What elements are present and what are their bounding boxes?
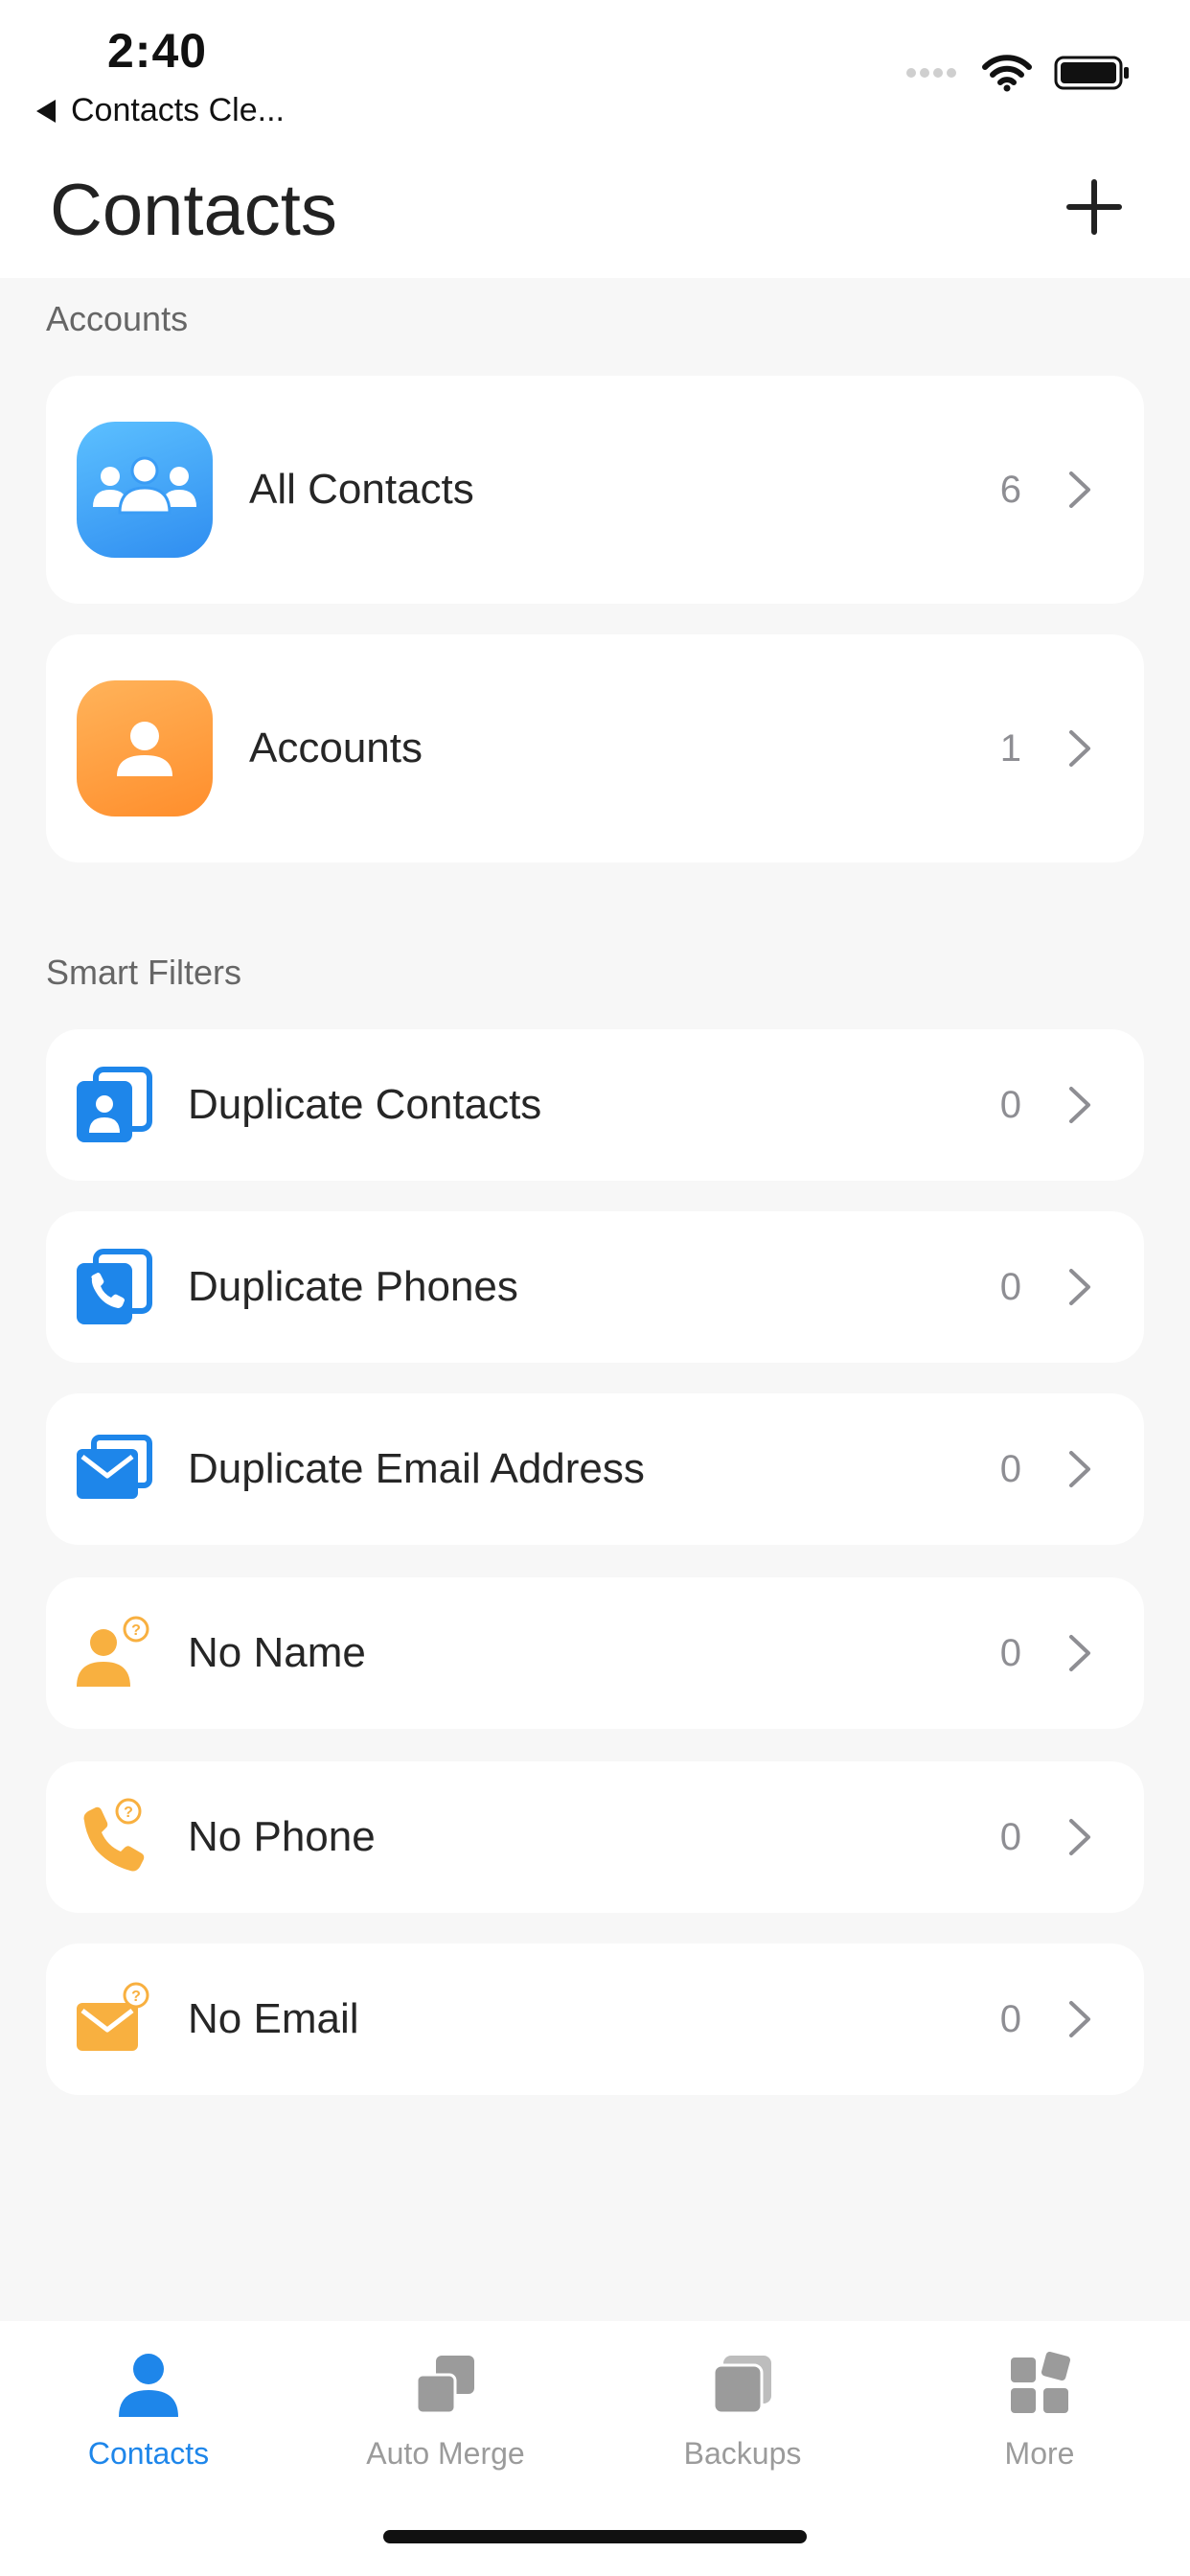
no-phone-row[interactable]: ? No Phone 0 [46, 1761, 1144, 1913]
status-time: 2:40 [107, 24, 208, 78]
accounts-section-label: Accounts [46, 299, 189, 338]
tab-more[interactable]: More [891, 2321, 1188, 2513]
home-indicator [383, 2530, 807, 2543]
person-filled-icon [110, 2346, 187, 2423]
row-count: 0 [999, 1447, 1021, 1490]
chevron-right-icon [1069, 1269, 1090, 1305]
add-contact-button[interactable] [1065, 178, 1123, 236]
row-count: 0 [999, 1631, 1021, 1674]
chevron-right-icon [1069, 1635, 1090, 1671]
svg-text:?: ? [131, 1989, 141, 2005]
wifi-icon [982, 55, 1032, 92]
row-count: 0 [999, 1265, 1021, 1308]
duplicate-email-row[interactable]: Duplicate Email Address 0 [46, 1393, 1144, 1545]
signal-icon [906, 68, 960, 78]
row-label: Duplicate Email Address [188, 1445, 645, 1492]
tab-label: Contacts [87, 2436, 210, 2471]
tab-label: Auto Merge [366, 2436, 525, 2471]
row-count: 6 [999, 468, 1021, 511]
back-app-label: Contacts Cle... [71, 92, 285, 128]
all-contacts-row[interactable]: All Contacts 6 [46, 376, 1144, 604]
chevron-right-icon [1069, 1819, 1090, 1855]
chevron-right-icon [1069, 1451, 1090, 1487]
row-label: All Contacts [249, 466, 474, 513]
person-icon [77, 680, 213, 816]
row-count: 1 [999, 726, 1021, 770]
row-count: 0 [999, 1997, 1021, 2040]
chevron-right-icon [1069, 2001, 1090, 2037]
grid-more-icon [1001, 2346, 1078, 2423]
duplicate-email-icon [75, 1430, 153, 1508]
row-label: Duplicate Contacts [188, 1081, 542, 1128]
no-email-icon: ? [75, 1980, 153, 2058]
no-email-row[interactable]: ? No Email 0 [46, 1944, 1144, 2095]
tab-backups[interactable]: Backups [594, 2321, 891, 2513]
row-label: Accounts [249, 724, 423, 771]
duplicate-phones-icon [75, 1248, 153, 1326]
row-label: No Name [188, 1629, 366, 1676]
svg-text:?: ? [131, 1622, 141, 1639]
smart-filters-section-label: Smart Filters [46, 953, 242, 992]
duplicate-contacts-icon [75, 1066, 153, 1144]
tab-label: Backups [683, 2436, 802, 2471]
chevron-right-icon [1069, 1087, 1090, 1123]
svg-text:?: ? [124, 1805, 133, 1821]
no-name-icon: ? [75, 1614, 153, 1692]
tab-label: More [1004, 2436, 1075, 2471]
tab-auto-merge[interactable]: Auto Merge [297, 2321, 594, 2513]
accounts-row[interactable]: Accounts 1 [46, 634, 1144, 862]
back-triangle-icon [36, 99, 56, 123]
merge-squares-icon [407, 2346, 484, 2423]
row-label: No Email [188, 1995, 359, 2042]
page-title: Contacts [50, 170, 337, 251]
row-label: No Phone [188, 1813, 376, 1860]
chevron-right-icon [1069, 472, 1090, 508]
battery-icon [1054, 56, 1129, 90]
no-phone-icon: ? [75, 1798, 153, 1876]
row-count: 0 [999, 1083, 1021, 1126]
backup-stack-icon [704, 2346, 781, 2423]
back-to-app-button[interactable]: Contacts Cle... [36, 92, 285, 129]
no-name-row[interactable]: ? No Name 0 [46, 1577, 1144, 1729]
duplicate-contacts-row[interactable]: Duplicate Contacts 0 [46, 1029, 1144, 1181]
group-icon [77, 422, 213, 558]
chevron-right-icon [1069, 730, 1090, 767]
tab-contacts[interactable]: Contacts [0, 2321, 297, 2513]
row-count: 0 [999, 1815, 1021, 1858]
row-label: Duplicate Phones [188, 1263, 518, 1310]
duplicate-phones-row[interactable]: Duplicate Phones 0 [46, 1211, 1144, 1363]
status-indicators [906, 54, 1131, 92]
top-header: 2:40 Contacts Cle... Contacts [0, 0, 1190, 278]
